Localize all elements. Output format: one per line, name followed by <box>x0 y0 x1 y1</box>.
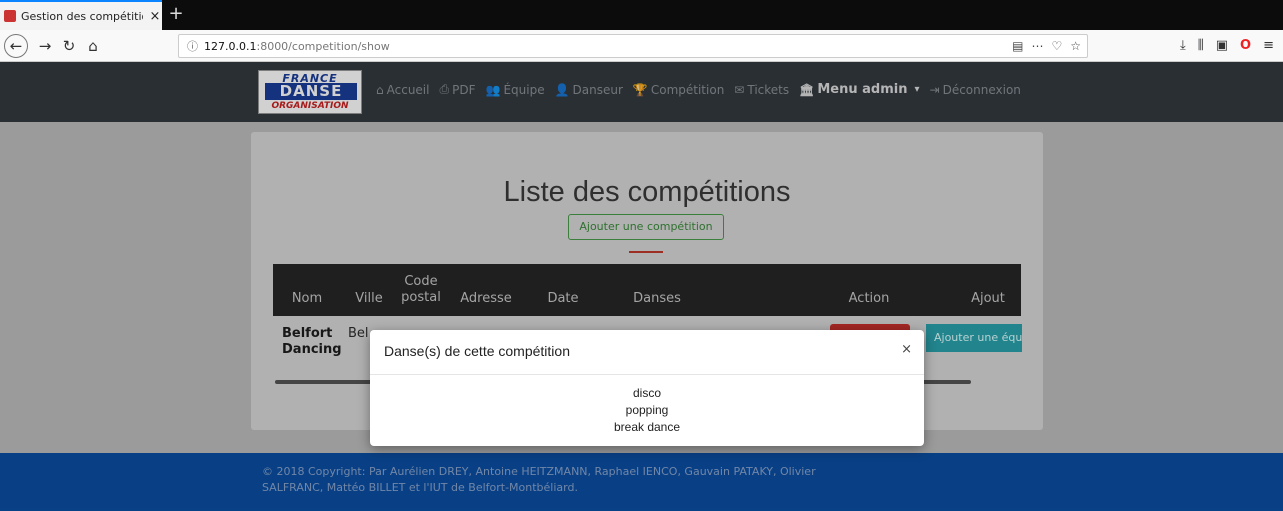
browser-toolbar: ← → ↻ ⌂ ⓘ 127.0.0.1:8000/competition/sho… <box>0 30 1283 62</box>
forward-icon[interactable]: → <box>34 35 56 57</box>
modal-title: Danse(s) de cette compétition <box>384 343 570 359</box>
browser-tab[interactable]: Gestion des compétition × <box>0 0 162 30</box>
dance-item: disco <box>632 386 661 400</box>
dances-modal: Danse(s) de cette compétition × disco po… <box>370 330 924 446</box>
opera-icon[interactable]: O <box>1240 38 1251 53</box>
browser-tab-strip <box>0 0 1283 30</box>
close-icon[interactable]: × <box>901 342 912 357</box>
favicon-icon <box>4 10 16 22</box>
dance-item: break dance <box>613 420 681 434</box>
tab-title: Gestion des compétition <box>21 9 143 23</box>
library-icon[interactable]: ⫼ <box>1198 38 1204 53</box>
tab-close-icon[interactable]: × <box>148 9 162 24</box>
back-icon[interactable]: ← <box>4 34 28 58</box>
modal-body: disco popping break dance <box>370 385 924 436</box>
home-icon[interactable]: ⌂ <box>82 35 104 57</box>
reader-view-icon[interactable]: ▤ <box>1012 39 1023 53</box>
new-tab-button[interactable]: + <box>166 4 186 26</box>
url-path: :8000/competition/show <box>256 39 390 53</box>
site-info-icon[interactable]: ⓘ <box>187 38 198 54</box>
reload-icon[interactable]: ↻ <box>58 35 80 57</box>
bookmark-star-icon[interactable]: ☆ <box>1070 39 1081 53</box>
url-bar[interactable]: ⓘ 127.0.0.1:8000/competition/show ▤ ⋯ ♡ … <box>178 34 1088 58</box>
pocket-icon[interactable]: ♡ <box>1051 39 1062 53</box>
page-actions-icon[interactable]: ⋯ <box>1031 39 1043 53</box>
dance-item: popping <box>625 403 669 417</box>
menu-icon[interactable]: ≡ <box>1263 38 1274 53</box>
sidebar-icon[interactable]: ▣ <box>1216 38 1228 53</box>
downloads-icon[interactable]: ⤓ <box>1180 38 1186 53</box>
modal-header: Danse(s) de cette compétition × <box>370 330 924 375</box>
url-host: 127.0.0.1 <box>204 39 257 53</box>
